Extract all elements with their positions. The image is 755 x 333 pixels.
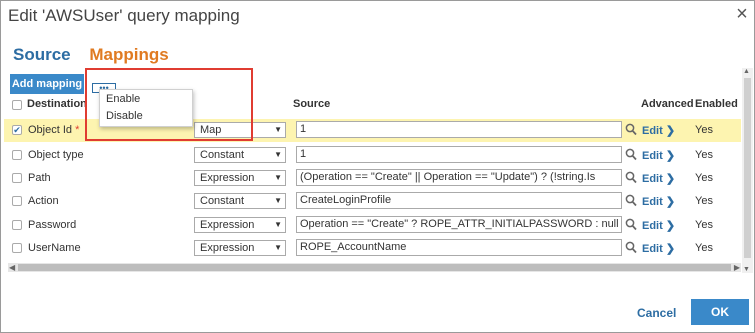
destination-cell: Password <box>28 219 77 231</box>
bulk-action-menu: Enable Disable <box>99 89 193 127</box>
destination-cell: UserName <box>28 242 81 254</box>
edit-link[interactable]: Edit ❯ <box>642 219 675 232</box>
scroll-right-icon[interactable]: ▶ <box>734 263 740 272</box>
destination-cell: Path <box>28 172 51 184</box>
scroll-down-icon[interactable]: ▼ <box>743 266 750 273</box>
mapping-type-select[interactable]: Constant ▼ <box>194 147 286 163</box>
table-row[interactable]: Object type Constant ▼ 1 Edit ❯ Yes <box>4 144 741 167</box>
search-icon[interactable] <box>624 192 638 208</box>
enabled-value: Yes <box>695 124 713 136</box>
vertical-scrollbar[interactable]: ▲ ▼ <box>742 68 753 273</box>
enabled-value: Yes <box>695 219 713 231</box>
search-icon[interactable] <box>624 239 638 255</box>
column-header-source: Source <box>293 98 331 110</box>
row-checkbox[interactable] <box>12 196 22 206</box>
table-row[interactable]: Path Expression ▼ (Operation == "Create" … <box>4 167 741 190</box>
tab-source[interactable]: Source <box>13 45 71 64</box>
column-header-advanced: Advanced <box>641 98 694 110</box>
enabled-value: Yes <box>695 172 713 184</box>
edit-link[interactable]: Edit ❯ <box>642 172 675 185</box>
required-marker: * <box>75 124 80 136</box>
tab-mappings[interactable]: Mappings <box>89 45 168 64</box>
scrollbar-thumb[interactable] <box>18 264 731 271</box>
edit-link[interactable]: Edit ❯ <box>642 242 675 255</box>
mapping-type-select[interactable]: Constant ▼ <box>194 193 286 209</box>
add-mapping-button[interactable]: Add mapping <box>10 74 84 94</box>
source-input[interactable]: Operation == "Create" ? ROPE_ATTR_INITIA… <box>296 216 622 233</box>
row-checkbox[interactable] <box>12 173 22 183</box>
mapping-type-select[interactable]: Expression ▼ <box>194 240 286 256</box>
column-header-enabled: Enabled <box>695 98 738 110</box>
edit-link[interactable]: Edit ❯ <box>642 149 675 162</box>
row-checkbox[interactable] <box>12 150 22 160</box>
source-input[interactable]: ROPE_AccountName <box>296 239 622 256</box>
source-input[interactable]: 1 <box>296 121 622 138</box>
dialog-title: Edit 'AWSUser' query mapping <box>8 6 240 25</box>
mapping-type-select[interactable]: Expression ▼ <box>194 217 286 233</box>
chevron-down-icon: ▼ <box>274 196 282 205</box>
destination-cell: Object Id * <box>28 124 80 136</box>
row-checkbox[interactable] <box>12 243 22 253</box>
column-header-destination: Destination <box>27 98 87 110</box>
chevron-down-icon: ▼ <box>274 125 282 134</box>
dialog-window: Edit 'AWSUser' query mapping × Source Ma… <box>0 0 755 333</box>
scroll-up-icon[interactable]: ▲ <box>743 68 750 75</box>
search-icon[interactable] <box>624 216 638 232</box>
search-icon[interactable] <box>624 169 638 185</box>
search-icon[interactable] <box>624 146 638 162</box>
search-icon[interactable] <box>624 121 638 137</box>
chevron-down-icon: ▼ <box>274 150 282 159</box>
table-row[interactable]: Password Expression ▼ Operation == "Creat… <box>4 214 741 237</box>
select-all-checkbox[interactable] <box>12 100 22 110</box>
horizontal-scrollbar[interactable]: ◀ ▶ <box>8 263 741 272</box>
vertical-scrollbar-thumb[interactable] <box>744 78 751 258</box>
enabled-value: Yes <box>695 195 713 207</box>
mapping-type-select[interactable]: Map ▼ <box>194 122 286 138</box>
cancel-button[interactable]: Cancel <box>637 306 676 320</box>
source-input[interactable]: CreateLoginProfile <box>296 192 622 209</box>
edit-link[interactable]: Edit ❯ <box>642 124 675 137</box>
menu-item-disable[interactable]: Disable <box>100 107 192 124</box>
destination-cell: Action <box>28 195 59 207</box>
table-row[interactable]: Action Constant ▼ CreateLoginProfile Edit… <box>4 190 741 213</box>
row-checkbox[interactable]: ✔ <box>12 125 22 135</box>
scroll-left-icon[interactable]: ◀ <box>9 263 15 272</box>
ok-button[interactable]: OK <box>691 299 749 325</box>
close-button[interactable]: × <box>731 3 753 25</box>
destination-cell: Object type <box>28 149 84 161</box>
table-row[interactable]: UserName Expression ▼ ROPE_AccountName Ed… <box>4 237 741 260</box>
source-input[interactable]: 1 <box>296 146 622 163</box>
enabled-value: Yes <box>695 149 713 161</box>
source-input[interactable]: (Operation == "Create" || Operation == "… <box>296 169 622 186</box>
chevron-down-icon: ▼ <box>274 243 282 252</box>
row-checkbox[interactable] <box>12 220 22 230</box>
tab-bar: Source Mappings <box>13 45 169 65</box>
chevron-down-icon: ▼ <box>274 220 282 229</box>
enabled-value: Yes <box>695 242 713 254</box>
menu-item-enable[interactable]: Enable <box>100 90 192 107</box>
mapping-type-select[interactable]: Expression ▼ <box>194 170 286 186</box>
chevron-down-icon: ▼ <box>274 173 282 182</box>
edit-link[interactable]: Edit ❯ <box>642 195 675 208</box>
